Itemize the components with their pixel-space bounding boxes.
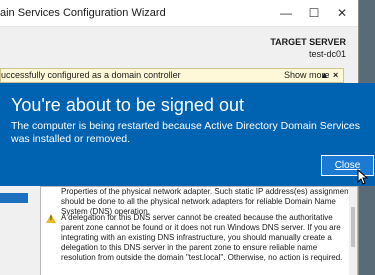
mouse-pointer-icon (357, 169, 369, 185)
results-pane: Properties of the physical network adapt… (40, 186, 358, 275)
title-bar: ain Services Configuration Wizard — ☐ ✕ (0, 0, 358, 27)
maximize-button[interactable]: ☐ (300, 0, 328, 26)
target-server-name: test-dc01 (308, 49, 346, 59)
notification-text: uccessfully configured as a domain contr… (1, 70, 181, 80)
result-warning: A delegation for this DNS server cannot … (61, 213, 343, 262)
wizard-nav (0, 188, 28, 275)
sign-out-message: The computer is being restarted because … (11, 120, 360, 145)
sign-out-heading: You're about to be signed out (11, 95, 244, 115)
sign-out-notification: You're about to be signed out The comput… (0, 83, 375, 186)
close-window-button[interactable]: ✕ (328, 0, 356, 26)
notification-bar: uccessfully configured as a domain contr… (0, 68, 344, 83)
nav-selected-item[interactable] (0, 193, 28, 203)
minimize-button[interactable]: — (272, 0, 300, 26)
target-server-label: TARGET SERVER (270, 37, 346, 47)
warning-icon: ! (46, 214, 56, 223)
vertical-scrollbar[interactable] (349, 187, 357, 275)
window-title: ain Services Configuration Wizard (0, 7, 166, 19)
dismiss-notification-button[interactable]: × (333, 69, 338, 82)
scrollbar-thumb[interactable] (351, 207, 355, 247)
target-server-header: TARGET SERVER test-dc01 (270, 36, 346, 60)
chevron-up-icon[interactable]: ▲ (320, 69, 329, 82)
